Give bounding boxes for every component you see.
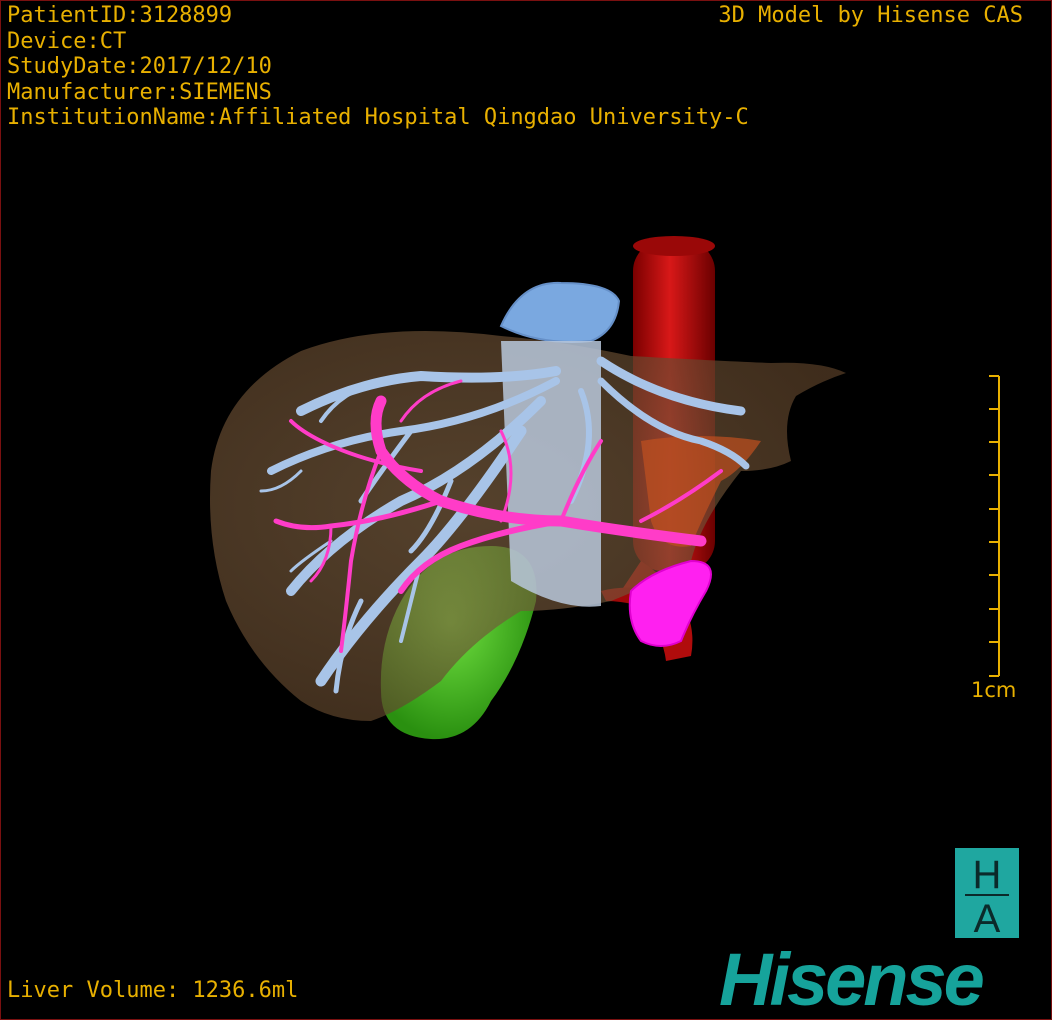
3d-viewport[interactable]: PatientID:3128899 Device:CT StudyDate:20… [0, 0, 1052, 1020]
hisense-logo: Hisense [719, 938, 985, 1020]
scale-bar [989, 375, 1000, 677]
liver-3d-model[interactable] [1, 1, 1051, 1019]
model-caption: 3D Model by Hisense CAS [718, 3, 1023, 28]
scale-label: 1cm [971, 678, 1017, 702]
manufacturer: Manufacturer:SIEMENS [7, 79, 272, 105]
ha-logo-h: H [973, 853, 1002, 897]
patient-id: PatientID:3128899 [7, 3, 233, 28]
institution-name: InstitutionName:Affiliated Hospital Qing… [7, 105, 749, 130]
ha-logo-a: A [974, 897, 1001, 938]
liver-volume: Liver Volume: 1236.6ml [7, 978, 299, 1003]
study-date: StudyDate:2017/12/10 [7, 54, 272, 79]
ha-logo-icon: H A [955, 848, 1019, 938]
study-info: PatientID:3128899 Device:CT StudyDate:20… [7, 3, 749, 131]
device: Device:CT [7, 28, 127, 54]
